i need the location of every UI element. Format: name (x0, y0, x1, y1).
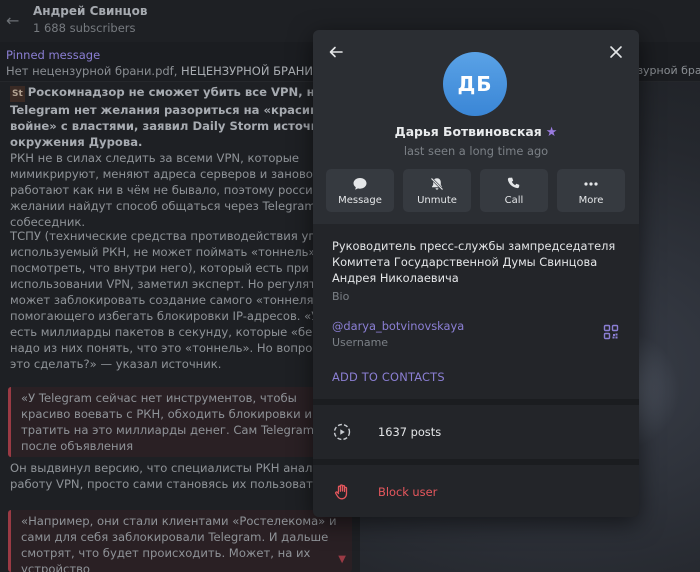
posts-row[interactable]: 1637 posts (313, 405, 639, 459)
profile-info: Руководитель пресс-службы зампредседател… (313, 224, 639, 399)
more-dots-icon (584, 181, 598, 186)
more-button[interactable]: More (557, 169, 625, 212)
channel-title[interactable]: Андрей Свинцов (33, 4, 147, 18)
message-quote: «Например, они стали клиентами «Ростелек… (8, 510, 352, 572)
block-user-row[interactable]: Block user (313, 465, 639, 517)
bio-label: Bio (332, 290, 350, 303)
action-buttons: Message Unmute Call More (326, 169, 626, 212)
last-seen-status: last seen a long time ago (403, 144, 549, 158)
profile-name: Дарья Ботвиновская ★ (394, 124, 558, 140)
phone-icon (507, 177, 520, 188)
close-icon[interactable] (604, 40, 628, 64)
unmute-button[interactable]: Unmute (403, 169, 471, 212)
bio-text[interactable]: Руководитель пресс-службы зампредседател… (332, 239, 627, 286)
user-profile-panel: ДБ Дарья Ботвиновская ★ last seen a long … (313, 30, 639, 517)
profile-header: ДБ Дарья Ботвиновская ★ last seen a long … (313, 30, 639, 224)
add-to-contacts-button[interactable]: ADD TO CONTACTS (332, 370, 445, 384)
back-arrow-icon[interactable]: ← (6, 12, 24, 30)
posts-count: 1637 posts (378, 425, 442, 439)
chevron-down-icon[interactable]: ▼ (338, 552, 346, 568)
back-arrow-icon[interactable] (324, 40, 348, 64)
qr-code-icon[interactable] (603, 324, 619, 340)
stories-icon (333, 423, 351, 441)
message-tag-icon: St (10, 86, 25, 102)
pinned-text: Нет нецензурной брани.pdf, НЕЦЕНЗУРНОЙ Б… (6, 64, 342, 78)
avatar[interactable]: ДБ (443, 52, 507, 116)
pinned-label: Pinned message (6, 48, 101, 62)
block-user-label: Block user (378, 485, 438, 499)
username-link[interactable]: @darya_botvinovskaya (332, 319, 464, 333)
message-icon (353, 177, 367, 190)
premium-star-icon[interactable]: ★ (546, 125, 558, 140)
hand-stop-icon (335, 484, 348, 500)
bell-muted-icon (430, 177, 444, 190)
username-label: Username (332, 336, 389, 349)
call-button[interactable]: Call (480, 169, 548, 212)
pinned-text-right: нзурной бран (630, 64, 700, 77)
channel-subscribers: 1 688 subscribers (33, 21, 136, 35)
message-quote: «У Telegram сейчас нет инструментов, что… (8, 387, 352, 457)
message-button[interactable]: Message (326, 169, 394, 212)
